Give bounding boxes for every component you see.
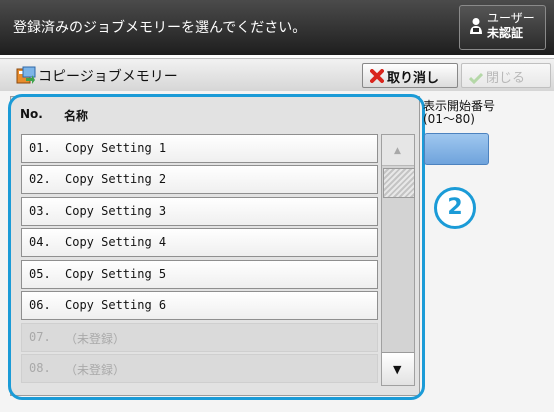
user-status-line2: 未認証 bbox=[487, 26, 524, 40]
user-auth-button[interactable]: ユーザー 未認証 bbox=[459, 5, 546, 50]
start-number-range: (01～80) bbox=[423, 112, 475, 126]
title-bar: コピージョブメモリー 取り消し 閉じる bbox=[0, 58, 554, 92]
page-title: コピージョブメモリー bbox=[38, 69, 178, 85]
user-icon bbox=[469, 17, 483, 35]
check-icon bbox=[468, 69, 484, 85]
list-highlight-frame bbox=[8, 94, 425, 400]
instruction-text: 登録済みのジョブメモリーを選んでください。 bbox=[13, 20, 307, 36]
user-status-line1: ユーザー bbox=[487, 11, 535, 25]
close-label: 閉じる bbox=[486, 71, 526, 86]
cancel-label: 取り消し bbox=[387, 71, 440, 86]
start-number-input[interactable] bbox=[424, 133, 489, 165]
cancel-x-icon bbox=[370, 68, 384, 83]
job-memory-icon bbox=[16, 66, 36, 85]
close-button: 閉じる bbox=[461, 63, 551, 88]
step-number-badge: 2 bbox=[434, 187, 476, 229]
header-bar: 登録済みのジョブメモリーを選んでください。 ユーザー 未認証 bbox=[0, 0, 554, 55]
cancel-button[interactable]: 取り消し bbox=[362, 63, 458, 88]
